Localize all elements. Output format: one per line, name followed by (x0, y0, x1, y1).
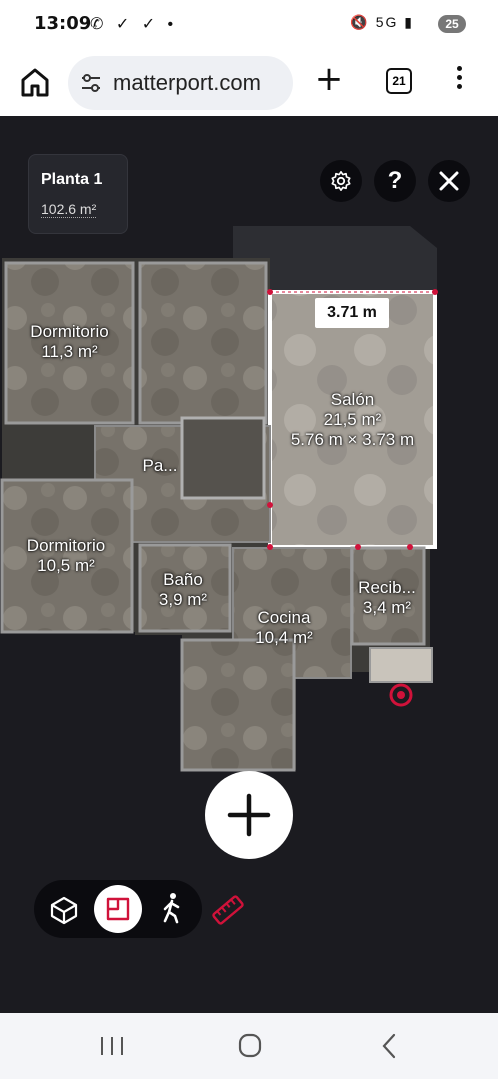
home-icon[interactable] (18, 65, 52, 99)
matterport-viewer[interactable]: Dormitorio 11,3 m² Salón 21,5 m² 5.76 m … (0, 120, 498, 1013)
floorplan-view-button[interactable] (94, 885, 142, 933)
close-icon (439, 171, 459, 191)
system-status-icons: 🔇 5G ▮ (350, 14, 414, 30)
measure-point (267, 289, 273, 295)
help-button[interactable]: ? (374, 160, 416, 202)
battery-indicator: 25 (438, 15, 466, 33)
add-button[interactable] (205, 771, 293, 859)
floor-selector[interactable]: Planta 1 102.6 m² (28, 154, 128, 234)
view-mode-bar (34, 880, 202, 938)
walkthrough-view-button[interactable] (148, 885, 196, 933)
measure-point (267, 502, 273, 508)
room-name: Pa... (142, 456, 178, 475)
dollhouse-view-button[interactable] (40, 885, 88, 933)
room-label-dormitorio-1: Dormitorio 11,3 m² (12, 322, 127, 362)
walking-person-icon (163, 893, 180, 924)
floor-title: Planta 1 (41, 171, 103, 188)
room-area: 3,9 m² (158, 590, 208, 609)
measurement-label: 3.71 m (315, 298, 389, 328)
close-button[interactable] (428, 160, 470, 202)
room-area: 21,5 m² (323, 410, 382, 429)
room-laundry[interactable] (180, 638, 296, 772)
status-time: 13:09 (34, 13, 92, 34)
start-location-icon[interactable] (389, 683, 413, 707)
back-button[interactable] (372, 1031, 408, 1061)
room-closet[interactable] (180, 416, 266, 500)
new-tab-button[interactable]: + (314, 62, 344, 96)
room-dimensions: 5.76 m × 3.73 m (290, 430, 415, 449)
ruler-icon[interactable] (210, 892, 246, 928)
notification-icons: ✆ ✓ ✓ • (90, 16, 178, 33)
plus-icon (227, 793, 271, 837)
browser-toolbar: matterport.com + 21 (0, 48, 498, 116)
room-name: Dormitorio (30, 322, 109, 341)
room-hall-upper[interactable] (138, 261, 268, 425)
room-label-pasillo: Pa... (130, 456, 190, 476)
floor-area: 102.6 m² (41, 201, 97, 218)
cube-icon (50, 896, 78, 925)
room-name: Recib... (358, 578, 416, 597)
room-area: 3,4 m² (362, 598, 412, 617)
home-button[interactable] (232, 1031, 268, 1061)
address-bar[interactable]: matterport.com (68, 56, 293, 110)
room-entry-step[interactable] (369, 647, 433, 683)
room-label-cocina: Cocina 10,4 m² (240, 608, 328, 648)
room-label-dormitorio-2: Dormitorio 10,5 m² (6, 536, 126, 576)
system-navigation-bar (0, 1013, 498, 1079)
more-menu-icon[interactable] (454, 66, 464, 96)
tab-switcher-button[interactable]: 21 (386, 68, 412, 94)
room-name: Salón (330, 390, 375, 409)
gear-icon (331, 171, 351, 191)
measure-point (407, 544, 413, 550)
question-icon: ? (387, 167, 403, 194)
room-area: 11,3 m² (41, 342, 98, 361)
measure-point (432, 289, 438, 295)
room-label-recibidor: Recib... 3,4 m² (350, 578, 424, 618)
recent-apps-button[interactable] (94, 1031, 130, 1061)
room-name: Baño (163, 570, 203, 589)
room-area: 10,5 m² (37, 556, 95, 575)
url-text: matterport.com (113, 70, 261, 95)
floorplan-icon (106, 897, 130, 921)
room-name: Cocina (257, 608, 311, 627)
room-area: 10,4 m² (255, 628, 313, 647)
status-bar: 13:09 ✆ ✓ ✓ • 🔇 5G ▮ 25 (0, 0, 498, 48)
measure-point (267, 544, 273, 550)
settings-button[interactable] (320, 160, 362, 202)
room-label-bano: Baño 3,9 m² (148, 570, 218, 610)
room-name: Dormitorio (26, 536, 106, 555)
site-settings-icon[interactable] (80, 73, 102, 93)
measure-point (355, 544, 361, 550)
room-label-salon: Salón 21,5 m² 5.76 m × 3.73 m (270, 390, 435, 450)
